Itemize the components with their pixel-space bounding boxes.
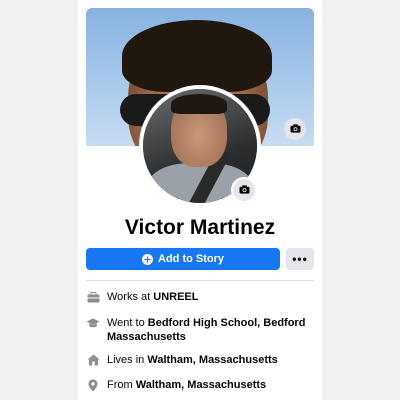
detail-from-value[interactable]: Waltham, Massachusetts [136,379,266,391]
graduation-cap-icon [86,316,100,330]
cover-camera-button[interactable] [284,118,306,140]
cover-photo-hair [122,20,272,92]
profile-name: Victor Martinez [124,216,276,239]
detail-from[interactable]: From Waltham, Massachusetts [86,378,314,392]
detail-lives-value[interactable]: Waltham, Massachusetts [147,354,277,366]
camera-icon [290,120,301,138]
detail-lives-prefix: Lives in [107,354,148,366]
location-pin-icon [86,378,100,392]
add-to-story-label: Add to Story [158,253,224,265]
detail-work[interactable]: Works at UNREEL [86,290,314,304]
profile-picture-camera-button[interactable] [231,177,257,203]
camera-icon [239,181,250,199]
detail-work-prefix: Works at [107,291,154,303]
add-to-story-button[interactable]: Add to Story [86,248,280,270]
detail-school-prefix: Went to [107,317,148,329]
plus-circle-icon [142,253,153,265]
more-options-button[interactable]: ••• [286,248,314,270]
detail-work-value[interactable]: UNREEL [153,291,198,303]
briefcase-icon [86,290,100,304]
profile-screen: Victor Martinez Add to Story ••• Works a… [78,0,322,400]
detail-school[interactable]: Went to Bedford High School, Bedford Mas… [86,316,314,344]
home-icon [86,353,100,367]
profile-actions: Add to Story ••• [86,248,314,270]
more-icon: ••• [292,252,308,266]
detail-from-prefix: From [107,379,136,391]
profile-picture[interactable] [139,85,261,207]
detail-lives[interactable]: Lives in Waltham, Massachusetts [86,353,314,367]
section-divider [86,280,314,281]
